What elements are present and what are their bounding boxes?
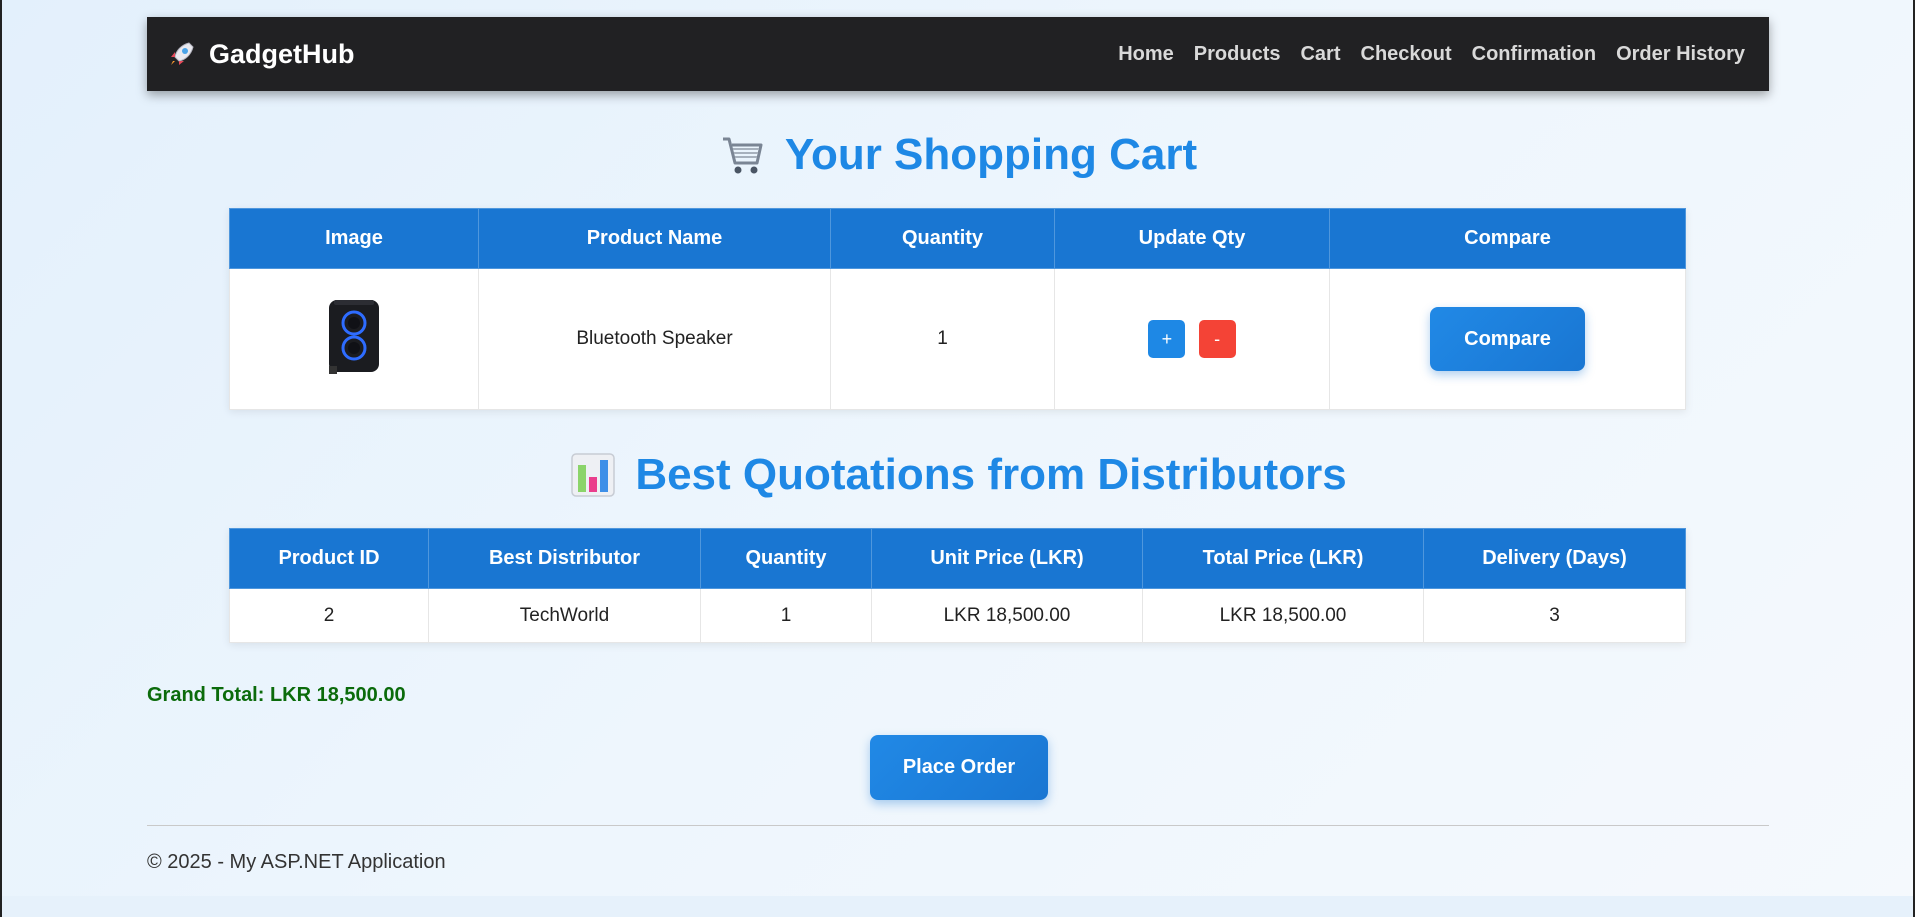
header-unit-price: Unit Price (LKR) [871, 528, 1143, 589]
quantity-cell: 1 [830, 268, 1055, 410]
product-image-cell [229, 268, 479, 410]
product-name-cell: Bluetooth Speaker [478, 268, 831, 410]
rocket-icon [171, 42, 194, 65]
footer-divider [147, 825, 1769, 826]
increase-qty-button[interactable]: + [1148, 320, 1186, 358]
nav-confirmation[interactable]: Confirmation [1472, 43, 1596, 66]
header-quantity: Quantity [830, 208, 1055, 269]
header-product-id: Product ID [229, 528, 429, 589]
delivery-days-cell: 3 [1423, 588, 1686, 643]
grand-total: Grand Total: LKR 18,500.00 [147, 684, 406, 706]
cart-title-text: Your Shopping Cart [784, 130, 1198, 179]
nav-home[interactable]: Home [1118, 43, 1174, 66]
header-product-name: Product Name [478, 208, 831, 269]
nav-links: Home Products Cart Checkout Confirmation… [1118, 43, 1745, 66]
quotations-title-text: Best Quotations from Distributors [635, 450, 1347, 499]
bottom-band [2, 896, 1913, 917]
bar-chart-icon [571, 453, 616, 497]
quotations-title: Best Quotations from Distributors [147, 450, 1769, 500]
cart-table: Image Product Name Quantity Update Qty C… [229, 208, 1686, 410]
decrease-qty-button[interactable]: - [1198, 320, 1236, 358]
nav-cart[interactable]: Cart [1300, 43, 1340, 66]
footer-text: © 2025 - My ASP.NET Application [147, 851, 446, 873]
header-total-price: Total Price (LKR) [1142, 528, 1424, 589]
navbar: GadgetHub Home Products Cart Checkout Co… [147, 17, 1769, 91]
header-image: Image [229, 208, 479, 269]
header-delivery-days: Delivery (Days) [1423, 528, 1686, 589]
shopping-cart-icon [722, 137, 763, 174]
compare-cell: Compare [1329, 268, 1686, 410]
distributor-cell: TechWorld [428, 588, 701, 643]
update-qty-cell: + - [1054, 268, 1330, 410]
brand-link[interactable]: GadgetHub [167, 39, 355, 70]
nav-checkout[interactable]: Checkout [1361, 43, 1452, 66]
quote-quantity-cell: 1 [700, 588, 872, 643]
nav-order-history[interactable]: Order History [1616, 43, 1745, 66]
total-price-cell: LKR 18,500.00 [1142, 588, 1424, 643]
nav-products[interactable]: Products [1194, 43, 1281, 66]
cart-title: Your Shopping Cart [147, 130, 1769, 180]
quotations-header-row: Product ID Best Distributor Quantity Uni… [229, 528, 1686, 589]
header-compare: Compare [1329, 208, 1686, 269]
cart-header-row: Image Product Name Quantity Update Qty C… [229, 208, 1686, 269]
bluetooth-speaker-image [329, 300, 379, 374]
header-best-distributor: Best Distributor [428, 528, 701, 589]
table-row: 2 TechWorld 1 LKR 18,500.00 LKR 18,500.0… [229, 588, 1686, 643]
brand-name: GadgetHub [209, 38, 355, 69]
unit-price-cell: LKR 18,500.00 [871, 588, 1143, 643]
header-update-qty: Update Qty [1054, 208, 1330, 269]
header-quote-quantity: Quantity [700, 528, 872, 589]
quotations-table: Product ID Best Distributor Quantity Uni… [229, 528, 1686, 643]
compare-button[interactable]: Compare [1430, 307, 1585, 371]
product-id-cell: 2 [229, 588, 429, 643]
place-order-button[interactable]: Place Order [870, 735, 1048, 800]
table-row: Bluetooth Speaker 1 + - Compare [229, 268, 1686, 410]
